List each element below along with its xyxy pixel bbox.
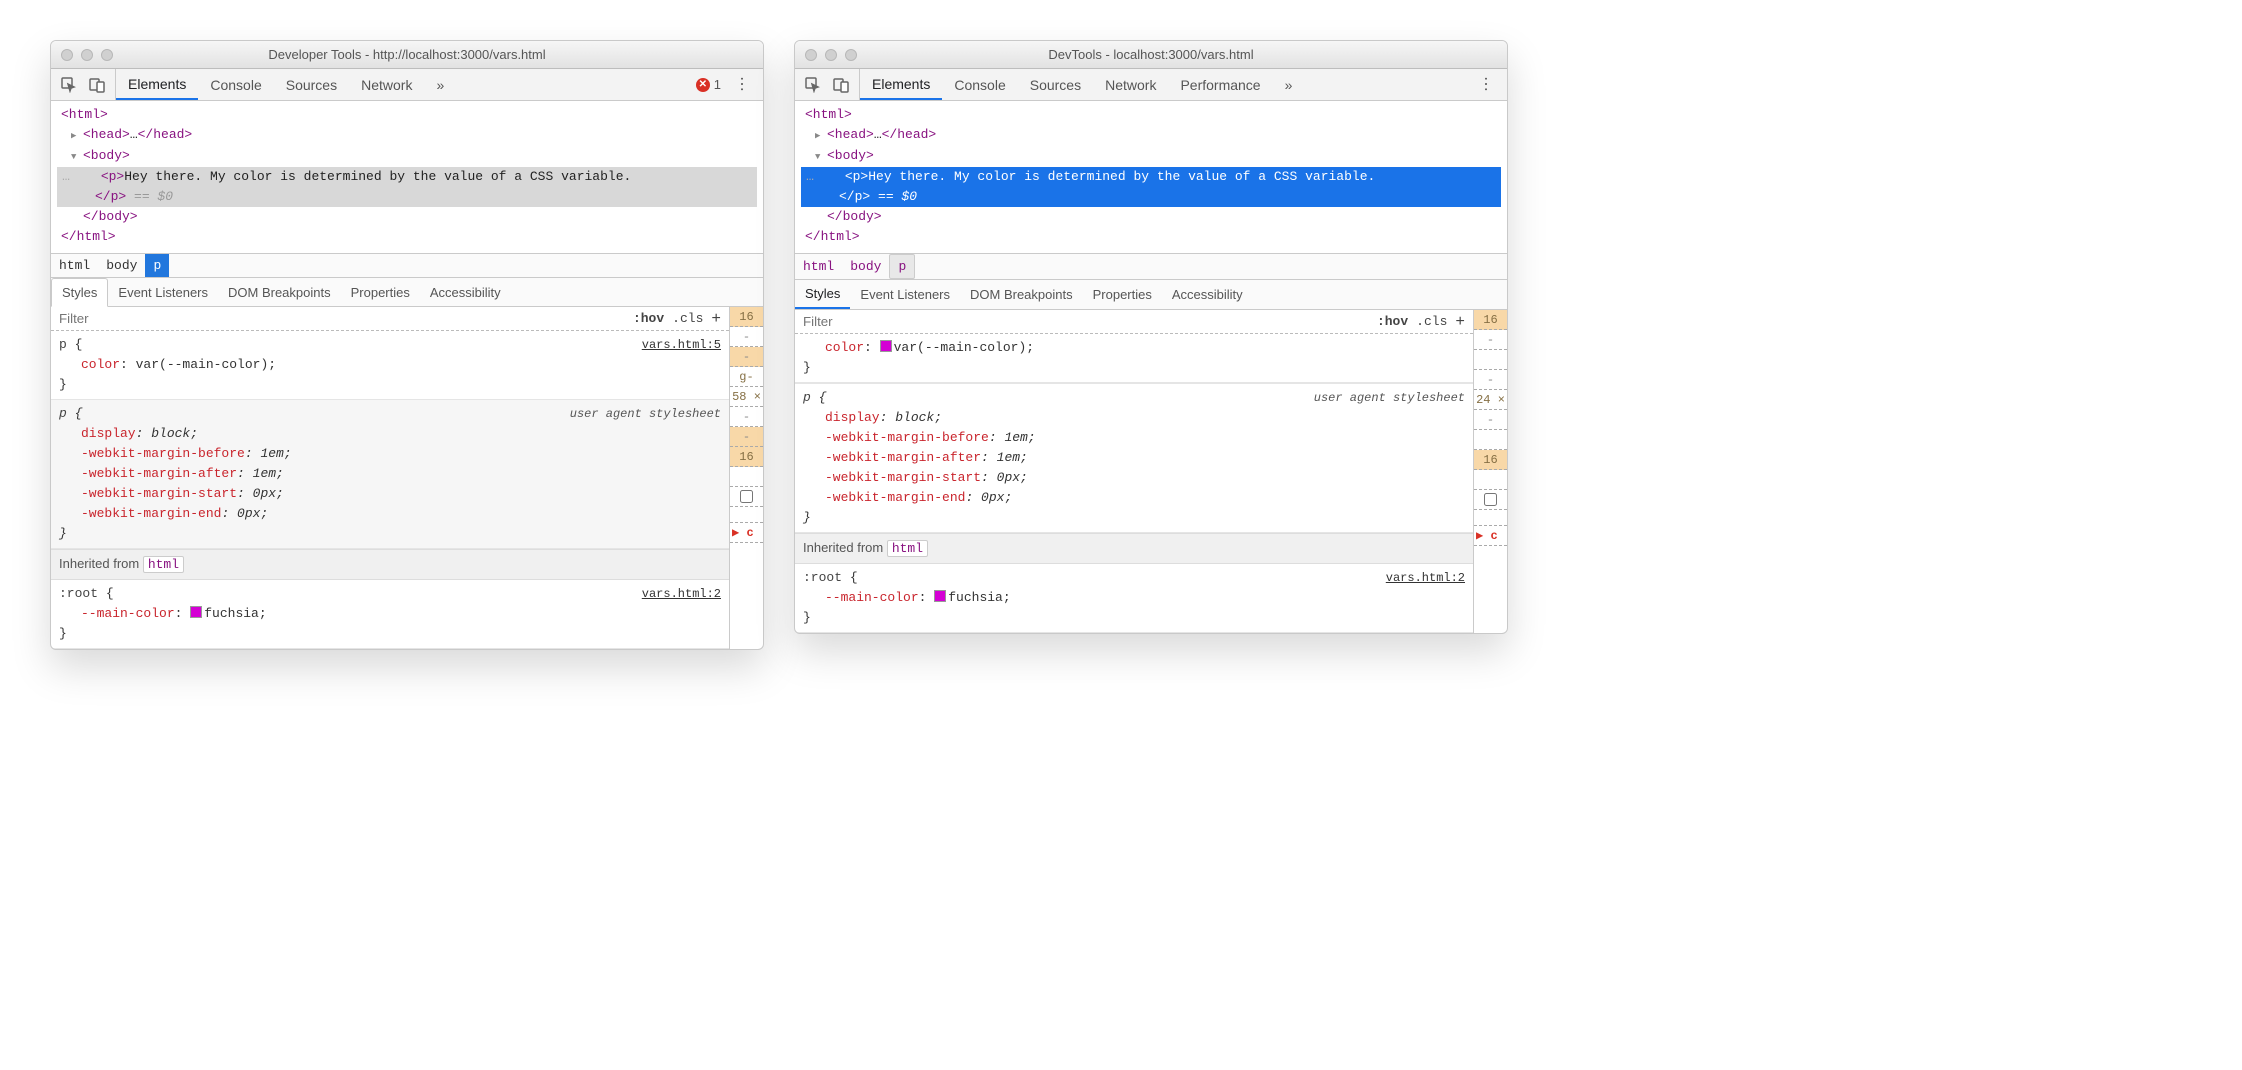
rule-source-ua: user agent stylesheet: [1314, 388, 1465, 408]
titlebar[interactable]: Developer Tools - http://localhost:3000/…: [51, 41, 763, 69]
device-toggle-icon[interactable]: [89, 77, 105, 93]
new-rule-icon[interactable]: +: [711, 309, 721, 329]
rule-source-link-root[interactable]: vars.html:2: [1386, 568, 1465, 588]
window-title: Developer Tools - http://localhost:3000/…: [268, 47, 545, 62]
inherited-from-tag[interactable]: html: [887, 540, 928, 557]
dom-selected-row[interactable]: … <p>Hey there. My color is determined b…: [57, 167, 757, 187]
styles-pane: :hov .cls + color: var(--main-color); } …: [795, 310, 1507, 633]
css-rule-user-agent[interactable]: user agent stylesheet p { display: block…: [795, 383, 1473, 533]
tabs-overflow[interactable]: »: [424, 69, 456, 100]
color-swatch-icon[interactable]: [934, 590, 946, 602]
inspect-element-icon[interactable]: [61, 77, 77, 93]
crumb-p[interactable]: p: [145, 254, 169, 277]
subtab-dom-breakpoints[interactable]: DOM Breakpoints: [218, 279, 341, 306]
inherited-from-row: Inherited from html: [795, 533, 1473, 564]
metrics-side-column: 16 - - g- 58 × - - 16 ▶ c: [729, 307, 763, 649]
expand-body-icon[interactable]: [71, 148, 83, 163]
tab-network[interactable]: Network: [1093, 69, 1168, 100]
crumb-body[interactable]: body: [842, 255, 889, 278]
subtab-event-listeners[interactable]: Event Listeners: [108, 279, 218, 306]
css-rule-author[interactable]: color: var(--main-color); }: [795, 334, 1473, 383]
main-toolbar: Elements Console Sources Network » ✕ 1 ⋯: [51, 69, 763, 101]
tabs-overflow[interactable]: »: [1273, 69, 1305, 100]
tab-console[interactable]: Console: [198, 69, 273, 100]
crumb-p[interactable]: p: [889, 254, 915, 279]
subtab-accessibility[interactable]: Accessibility: [420, 279, 511, 306]
styles-subtabs: Styles Event Listeners DOM Breakpoints P…: [795, 280, 1507, 310]
tab-console[interactable]: Console: [942, 69, 1017, 100]
window-title: DevTools - localhost:3000/vars.html: [1048, 47, 1253, 62]
rule-source-ua: user agent stylesheet: [570, 404, 721, 424]
rule-toggle-checkbox[interactable]: [730, 487, 763, 507]
expand-body-icon[interactable]: [815, 148, 827, 163]
subtab-properties[interactable]: Properties: [1083, 281, 1162, 308]
styles-subtabs: Styles Event Listeners DOM Breakpoints P…: [51, 278, 763, 307]
color-swatch-icon[interactable]: [880, 340, 892, 352]
error-icon: ✕: [696, 78, 710, 92]
crumb-html[interactable]: html: [51, 254, 98, 277]
rule-source-link-root[interactable]: vars.html:2: [642, 584, 721, 604]
breadcrumb: html body p: [795, 253, 1507, 280]
new-rule-icon[interactable]: +: [1455, 312, 1465, 332]
tab-sources[interactable]: Sources: [274, 69, 349, 100]
expand-head-icon[interactable]: [815, 127, 827, 142]
cls-toggle[interactable]: .cls: [1416, 312, 1447, 332]
subtab-accessibility[interactable]: Accessibility: [1162, 281, 1253, 308]
dom-tree[interactable]: <html> <head>…</head> <body> … <p>Hey th…: [795, 101, 1507, 253]
tab-elements[interactable]: Elements: [116, 69, 198, 100]
panel-tabs: Elements Console Sources Network »: [116, 69, 456, 100]
tab-performance[interactable]: Performance: [1168, 69, 1272, 100]
expand-drawer-icon[interactable]: ▶ c: [730, 523, 763, 543]
styles-filter-input[interactable]: [51, 307, 625, 330]
expand-head-icon[interactable]: [71, 127, 83, 142]
subtab-dom-breakpoints[interactable]: DOM Breakpoints: [960, 281, 1083, 308]
devtools-window-left: Developer Tools - http://localhost:3000/…: [50, 40, 764, 650]
crumb-body[interactable]: body: [98, 254, 145, 277]
traffic-lights[interactable]: [805, 49, 857, 61]
rule-source-link[interactable]: vars.html:5: [642, 335, 721, 355]
crumb-html[interactable]: html: [795, 255, 842, 278]
error-badge[interactable]: ✕ 1: [696, 77, 721, 92]
subtab-styles[interactable]: Styles: [795, 280, 850, 309]
devtools-window-right: DevTools - localhost:3000/vars.html Elem…: [794, 40, 1508, 634]
inherited-from-tag[interactable]: html: [143, 556, 184, 573]
dollar-zero: == $0: [870, 189, 917, 204]
device-toggle-icon[interactable]: [833, 77, 849, 93]
ellipsis-icon[interactable]: …: [57, 167, 75, 187]
kebab-menu-icon[interactable]: ⋯: [1476, 76, 1496, 94]
tab-network[interactable]: Network: [349, 69, 424, 100]
styles-filter-input[interactable]: [795, 310, 1369, 333]
hov-toggle[interactable]: :hov: [1377, 312, 1408, 332]
dom-selected-row[interactable]: … <p>Hey there. My color is determined b…: [801, 167, 1501, 187]
subtab-event-listeners[interactable]: Event Listeners: [850, 281, 960, 308]
breadcrumb: html body p: [51, 253, 763, 278]
color-swatch-icon[interactable]: [190, 606, 202, 618]
dollar-zero: == $0: [126, 189, 173, 204]
inherited-from-row: Inherited from html: [51, 549, 729, 580]
dom-html-open[interactable]: <html>: [61, 107, 108, 122]
cls-toggle[interactable]: .cls: [672, 309, 703, 329]
tab-elements[interactable]: Elements: [860, 69, 942, 100]
hov-toggle[interactable]: :hov: [633, 309, 664, 329]
expand-drawer-icon[interactable]: ▶ c: [1474, 526, 1507, 546]
styles-pane: :hov .cls + vars.html:5 p { color: var(-…: [51, 307, 763, 649]
metrics-side-column: 16 - - 24 × - 16 ▶ c: [1473, 310, 1507, 633]
traffic-lights[interactable]: [61, 49, 113, 61]
kebab-menu-icon[interactable]: ⋯: [732, 76, 752, 94]
panel-tabs: Elements Console Sources Network Perform…: [860, 69, 1304, 100]
css-rule-user-agent[interactable]: user agent stylesheet p { display: block…: [51, 400, 729, 549]
inspect-element-icon[interactable]: [805, 77, 821, 93]
css-rule-root[interactable]: vars.html:2 :root { --main-color: fuchsi…: [795, 564, 1473, 633]
dom-tree[interactable]: <html> <head>…</head> <body> … <p>Hey th…: [51, 101, 763, 253]
titlebar[interactable]: DevTools - localhost:3000/vars.html: [795, 41, 1507, 69]
main-toolbar: Elements Console Sources Network Perform…: [795, 69, 1507, 101]
subtab-properties[interactable]: Properties: [341, 279, 420, 306]
ellipsis-icon[interactable]: …: [801, 167, 819, 187]
rule-toggle-checkbox[interactable]: [1474, 490, 1507, 510]
css-rule-root[interactable]: vars.html:2 :root { --main-color: fuchsi…: [51, 580, 729, 649]
css-rule-author[interactable]: vars.html:5 p { color: var(--main-color)…: [51, 331, 729, 400]
subtab-styles[interactable]: Styles: [51, 278, 108, 307]
tab-sources[interactable]: Sources: [1018, 69, 1093, 100]
error-count: 1: [714, 77, 721, 92]
